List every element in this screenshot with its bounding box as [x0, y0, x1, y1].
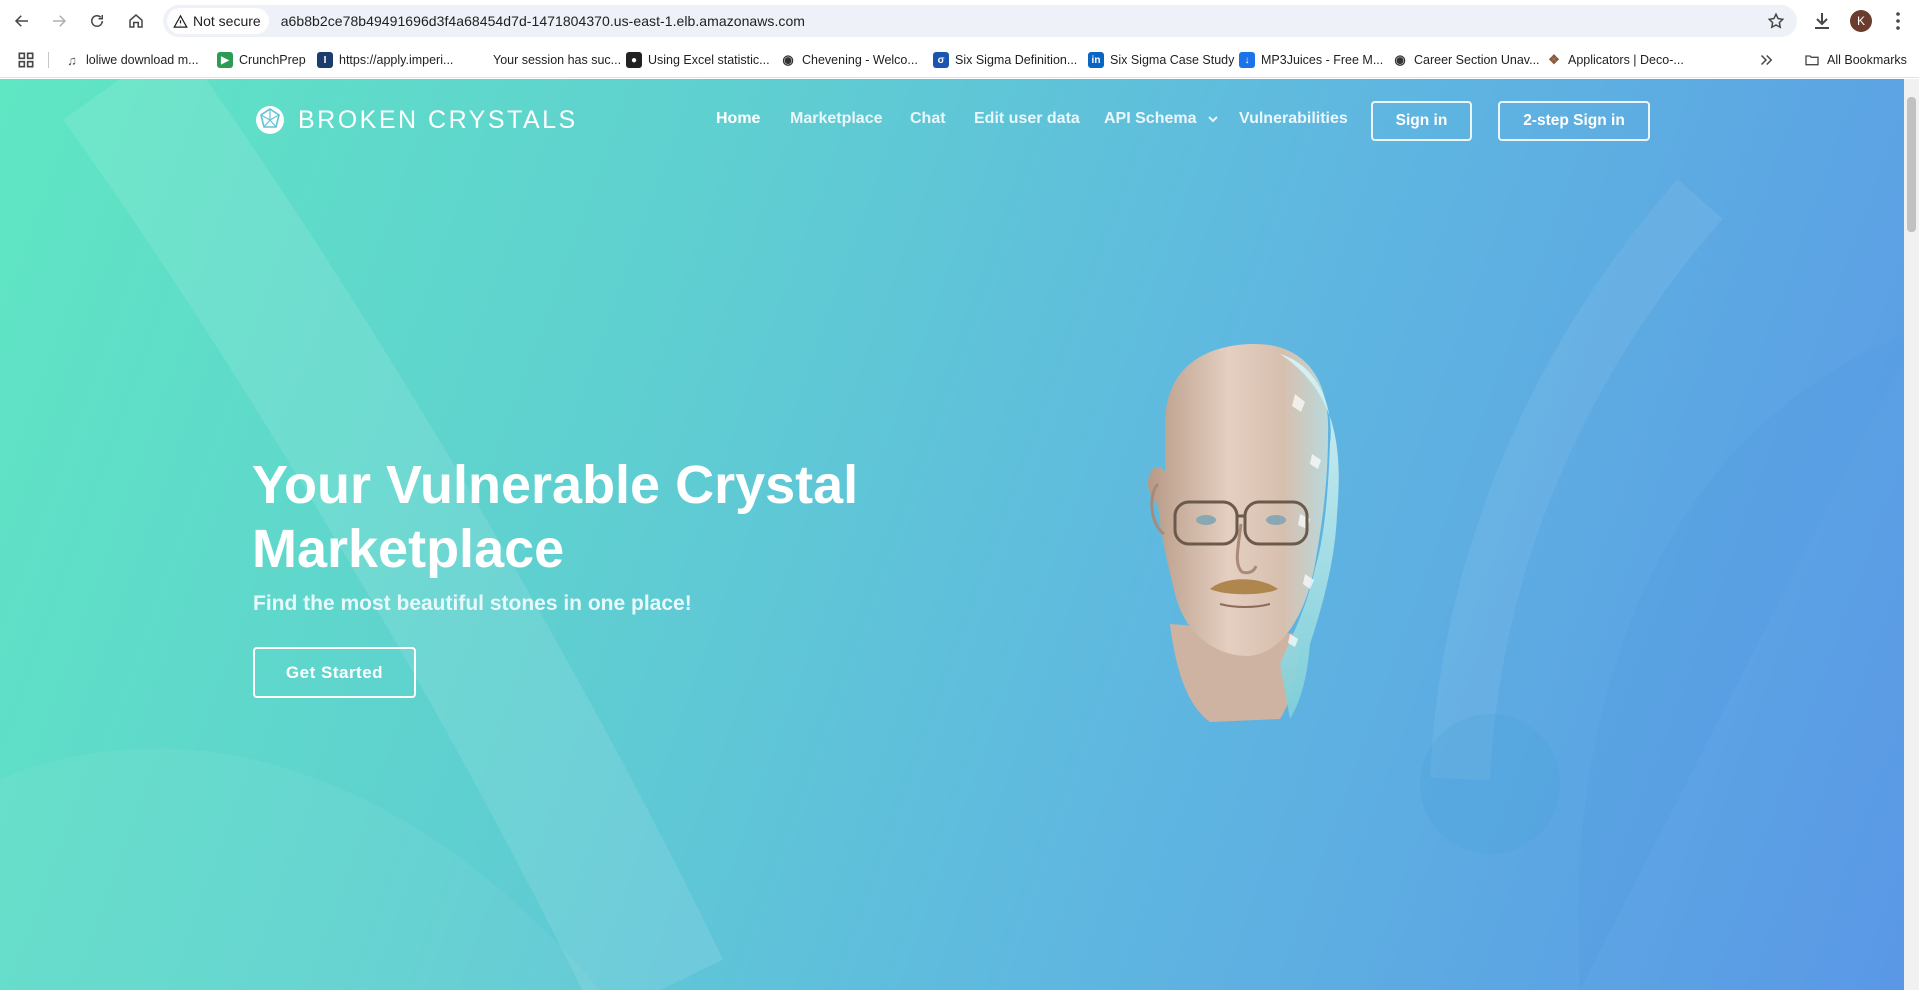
- forward-button[interactable]: [44, 6, 74, 36]
- reload-icon: [91, 15, 103, 27]
- nav-api-schema-label: API Schema: [1104, 110, 1197, 127]
- nav-api-schema[interactable]: API Schema: [1104, 110, 1219, 128]
- browser-toolbar: Not secure a6b8b2ce78b49491696d3f4a68454…: [0, 0, 1919, 42]
- home-icon: [129, 14, 143, 28]
- brand-logo[interactable]: BROKEN CRYSTALS: [255, 105, 578, 135]
- bookmark-label: https://apply.imperi...: [339, 53, 454, 67]
- folder-icon: [1805, 55, 1819, 66]
- bookmark-item[interactable]: I https://apply.imperi...: [317, 49, 453, 71]
- bookmarks-bar: ♫ loliwe download m... ▶ CrunchPrep I ht…: [0, 42, 1919, 78]
- bookmark-item[interactable]: ◉ Career Section Unav...: [1392, 49, 1540, 71]
- bookmark-label: Your session has suc...: [493, 53, 622, 67]
- download-icon[interactable]: [1810, 9, 1834, 33]
- bookmark-item[interactable]: ◉ Chevening - Welco...: [780, 49, 918, 71]
- bookmark-item[interactable]: ❖ Applicators | Deco-...: [1546, 49, 1684, 71]
- bookmark-item[interactable]: ● Using Excel statistic...: [626, 49, 770, 71]
- nav-marketplace[interactable]: Marketplace: [790, 110, 883, 128]
- linkedin-icon: in: [1088, 52, 1104, 68]
- bookmark-label: Using Excel statistic...: [648, 53, 770, 67]
- nav-vulnerabilities[interactable]: Vulnerabilities: [1239, 110, 1348, 128]
- crystal-logo-icon: [256, 106, 284, 134]
- hero-title: Your Vulnerable Crystal Marketplace: [252, 453, 1052, 581]
- bookmark-label: Chevening - Welco...: [802, 53, 918, 67]
- get-started-button[interactable]: Get Started: [253, 647, 416, 698]
- download-icon: ↓: [1239, 52, 1255, 68]
- bookmark-label: CrunchPrep: [239, 53, 306, 67]
- back-button[interactable]: [7, 6, 37, 36]
- bookmark-item[interactable]: in Six Sigma Case Study: [1088, 49, 1234, 71]
- hero-title-line1: Your Vulnerable Crystal: [252, 455, 859, 515]
- all-bookmarks-button[interactable]: All Bookmarks: [1804, 49, 1907, 71]
- security-label: Not secure: [193, 13, 261, 29]
- crunchprep-icon: ▶: [217, 52, 233, 68]
- bookmark-label: Applicators | Deco-...: [1568, 53, 1684, 67]
- bookmark-item[interactable]: Your session has suc...: [471, 49, 621, 71]
- address-bar[interactable]: Not secure a6b8b2ce78b49491696d3f4a68454…: [163, 5, 1797, 37]
- imperial-icon: I: [317, 52, 333, 68]
- scrollbar-thumb[interactable]: [1907, 97, 1916, 232]
- warning-icon: [173, 14, 188, 28]
- bookmark-item[interactable]: ▶ CrunchPrep: [217, 49, 306, 71]
- nav-home[interactable]: Home: [716, 110, 760, 128]
- hero-title-line2: Marketplace: [252, 519, 565, 579]
- sign-in-button[interactable]: Sign in: [1371, 101, 1472, 141]
- nav-edit-user-data[interactable]: Edit user data: [974, 110, 1080, 128]
- blank-page-icon: [471, 52, 487, 68]
- reload-button[interactable]: [82, 6, 112, 36]
- bookmark-label: Six Sigma Definition...: [955, 53, 1078, 67]
- globe-icon: ◉: [782, 52, 794, 67]
- bookmark-label: loliwe download m...: [86, 53, 199, 67]
- bookmark-star-icon[interactable]: [1767, 12, 1785, 30]
- chevron-double-right-icon[interactable]: [1757, 51, 1775, 69]
- applicators-icon: ❖: [1548, 52, 1560, 67]
- bookmark-label: MP3Juices - Free M...: [1261, 53, 1384, 67]
- brand-name: BROKEN CRYSTALS: [298, 105, 578, 134]
- crystal-head-illustration: [1147, 344, 1339, 722]
- bookmark-item[interactable]: σ Six Sigma Definition...: [933, 49, 1077, 71]
- page-viewport: BROKEN CRYSTALS Home Marketplace Chat Ed…: [0, 79, 1919, 990]
- excel-stat-icon: ●: [626, 52, 642, 68]
- security-chip[interactable]: Not secure: [167, 8, 269, 34]
- all-bookmarks-label: All Bookmarks: [1827, 53, 1907, 67]
- bookmark-item[interactable]: ↓ MP3Juices - Free M...: [1239, 49, 1383, 71]
- url-text[interactable]: a6b8b2ce78b49491696d3f4a68454d7d-1471804…: [281, 13, 805, 29]
- hero-subtitle: Find the most beautiful stones in one pl…: [253, 592, 692, 615]
- bookmark-item[interactable]: ♫ loliwe download m...: [64, 49, 199, 71]
- globe-icon: ◉: [1394, 52, 1406, 67]
- page-scrollbar[interactable]: [1904, 79, 1919, 990]
- music-note-icon: ♫: [67, 52, 77, 68]
- profile-avatar[interactable]: K: [1850, 10, 1872, 32]
- back-arrow-icon: [14, 15, 28, 27]
- bookmark-label: Six Sigma Case Study: [1110, 53, 1235, 67]
- forward-arrow-icon: [53, 15, 67, 27]
- chevron-down-icon: [1208, 116, 1218, 123]
- bookmark-label: Career Section Unav...: [1414, 53, 1540, 67]
- two-step-sign-in-button[interactable]: 2-step Sign in: [1498, 101, 1650, 141]
- sixsigma-icon: σ: [933, 52, 949, 68]
- apps-grid-icon[interactable]: [16, 50, 36, 70]
- nav-chat[interactable]: Chat: [910, 110, 946, 128]
- more-menu-icon[interactable]: [1886, 9, 1910, 33]
- bookmarks-separator: [48, 52, 49, 68]
- home-button[interactable]: [121, 6, 151, 36]
